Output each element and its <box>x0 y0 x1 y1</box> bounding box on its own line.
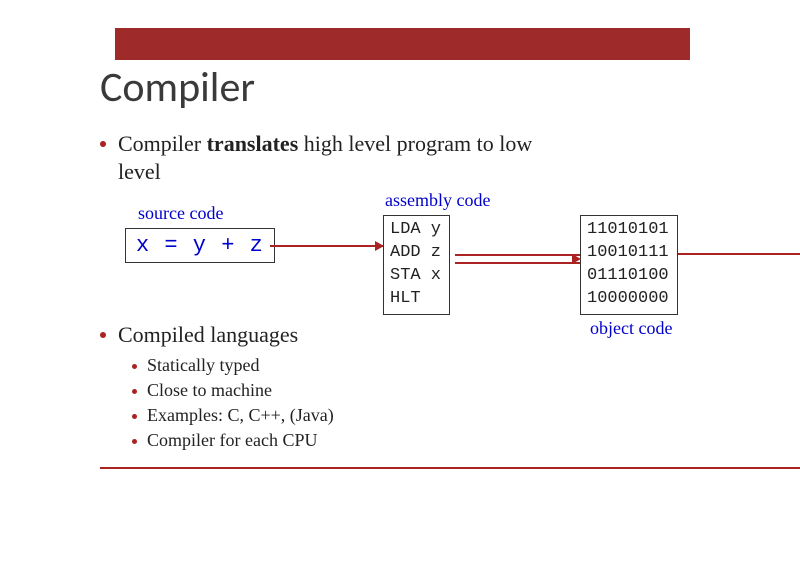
arrow-line <box>455 254 580 256</box>
bullet-dot-icon <box>132 439 137 444</box>
bullet-item: Compiler translates high level program t… <box>100 130 700 185</box>
arrow-line <box>270 245 383 247</box>
sub-bullet-item: Examples: C, C++, (Java) <box>132 405 700 426</box>
bullet-dot-icon <box>132 389 137 394</box>
arrow-line <box>673 253 800 255</box>
compiler-diagram: source code assembly code object code x … <box>120 195 800 345</box>
source-code-box: x = y + z <box>125 228 275 263</box>
header-bar <box>115 28 690 60</box>
object-code-box: 11010101 10010111 01110100 10000000 <box>580 215 678 315</box>
sub-bullet-item: Statically typed <box>132 355 700 376</box>
footer-rule <box>100 467 800 469</box>
text-segment: Compiler <box>118 131 207 156</box>
sub-bullet-item: Compiler for each CPU <box>132 430 700 451</box>
bullet-dot-icon <box>100 141 106 147</box>
arrow-line <box>455 262 580 264</box>
assembly-code-box: LDA y ADD z STA x HLT <box>383 215 450 315</box>
arrow-head-icon <box>572 254 581 264</box>
bullet-text: Compiler translates high level program t… <box>118 130 548 185</box>
sub-bullet-text: Compiler for each CPU <box>147 430 317 451</box>
sub-bullet-text: Examples: C, C++, (Java) <box>147 405 334 426</box>
sub-bullet-item: Close to machine <box>132 380 700 401</box>
assembly-code-label: assembly code <box>385 190 490 211</box>
text-bold: translates <box>207 131 299 156</box>
object-code-label: object code <box>590 318 672 339</box>
bullet-dot-icon <box>132 364 137 369</box>
bullet-dot-icon <box>132 414 137 419</box>
sub-bullet-text: Statically typed <box>147 355 259 376</box>
slide-title: Compiler <box>100 62 255 113</box>
sub-bullet-text: Close to machine <box>147 380 272 401</box>
bullet-dot-icon <box>100 332 106 338</box>
source-code-label: source code <box>138 203 223 224</box>
arrow-head-icon <box>375 241 384 251</box>
